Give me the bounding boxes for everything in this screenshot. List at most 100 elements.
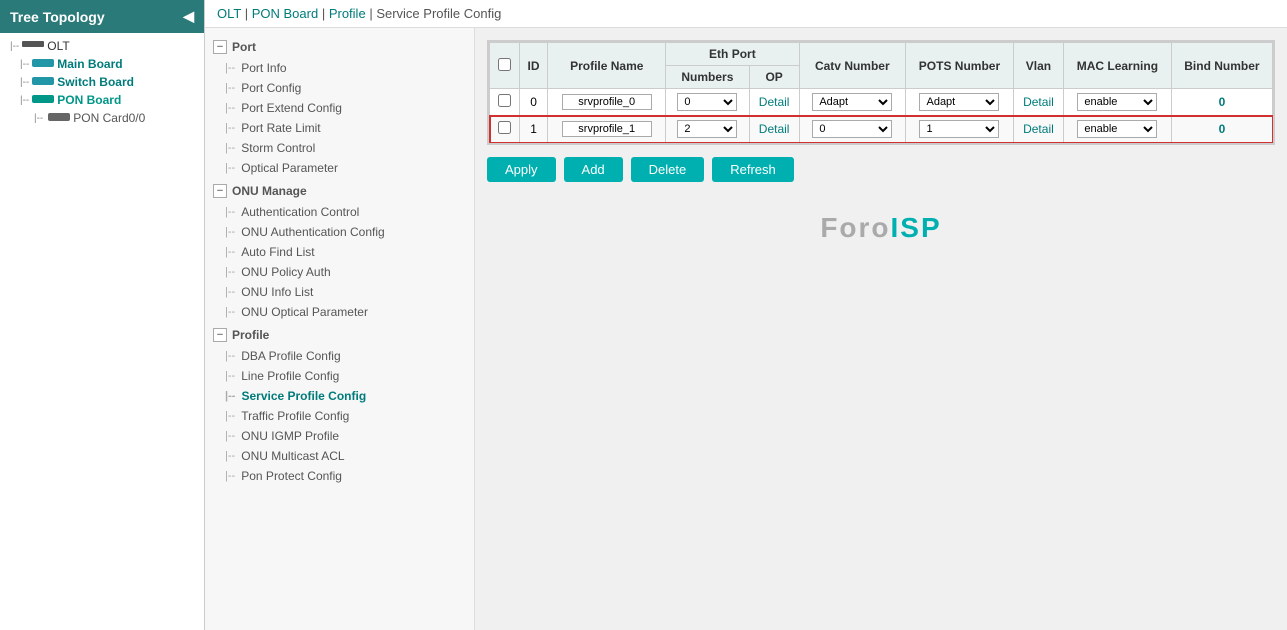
tree-node-pon-card[interactable]: |-- PON Card0/0: [0, 109, 204, 127]
nav-item-onu-auth-config[interactable]: ONU Authentication Config: [205, 222, 474, 242]
nav-item-port-config[interactable]: Port Config: [205, 78, 474, 98]
nav-item-onu-policy-auth[interactable]: ONU Policy Auth: [205, 262, 474, 282]
breadcrumb-pon-board[interactable]: PON Board: [252, 6, 318, 21]
select-all-checkbox[interactable]: [498, 58, 511, 71]
onu-manage-collapse-icon[interactable]: −: [213, 184, 227, 198]
watermark: ForoISP: [487, 212, 1275, 244]
row0-profile-name: [548, 89, 666, 116]
content-area: − Port Port Info Port Config Port Extend…: [205, 28, 1287, 630]
row1-catv-select[interactable]: Adapt 0 1: [812, 120, 892, 138]
tree-node-olt[interactable]: |-- OLT: [0, 37, 204, 55]
tree-area: |-- OLT |-- Main Board |-- Switch Board …: [0, 33, 204, 131]
nav-item-optical-parameter[interactable]: Optical Parameter: [205, 158, 474, 178]
tree-label-main-board: Main Board: [57, 57, 122, 71]
nav-item-dba-profile-config[interactable]: DBA Profile Config: [205, 346, 474, 366]
col-header-eth-numbers: Numbers: [666, 66, 750, 89]
row0-mac-learning-select[interactable]: enable disable: [1077, 93, 1157, 111]
tree-label-pon-card: PON Card0/0: [73, 111, 145, 125]
row1-id: 1: [519, 116, 548, 143]
row1-vlan-detail-link[interactable]: Detail: [1023, 122, 1054, 136]
row1-eth-op: Detail: [749, 116, 799, 143]
apply-button[interactable]: Apply: [487, 157, 556, 182]
nav-section-profile: − Profile DBA Profile Config Line Profil…: [205, 324, 474, 486]
nav-item-auto-find-list[interactable]: Auto Find List: [205, 242, 474, 262]
nav-section-onu-manage-header[interactable]: − ONU Manage: [205, 180, 474, 202]
row1-catv: Adapt 0 1: [799, 116, 905, 143]
col-header-eth-op: OP: [749, 66, 799, 89]
port-collapse-icon[interactable]: −: [213, 40, 227, 54]
row0-catv-select[interactable]: Adapt 0: [812, 93, 892, 111]
watermark-prefix: Foro: [820, 212, 890, 243]
col-header-mac-learning: MAC Learning: [1063, 43, 1171, 89]
col-header-eth-port: Eth Port: [666, 43, 799, 66]
row1-mac-learning: enable disable: [1063, 116, 1171, 143]
nav-item-port-extend-config[interactable]: Port Extend Config: [205, 98, 474, 118]
nav-item-pon-protect-config[interactable]: Pon Protect Config: [205, 466, 474, 486]
row1-pots-select[interactable]: Adapt 0 1: [919, 120, 999, 138]
row1-bind-number: 0: [1171, 116, 1272, 143]
sidebar-title: Tree Topology: [10, 9, 105, 25]
nav-item-onu-info-list[interactable]: ONU Info List: [205, 282, 474, 302]
table-row: 1 0 1 2 Detail: [490, 116, 1273, 143]
row0-eth-numbers: 0 1 2: [666, 89, 750, 116]
nav-item-auth-control[interactable]: Authentication Control: [205, 202, 474, 222]
profile-collapse-icon[interactable]: −: [213, 328, 227, 342]
col-header-bind-number: Bind Number: [1171, 43, 1272, 89]
add-button[interactable]: Add: [564, 157, 623, 182]
row0-checkbox[interactable]: [498, 94, 511, 107]
breadcrumb-current: Service Profile Config: [376, 6, 501, 21]
row0-eth-op: Detail: [749, 89, 799, 116]
nav-section-onu-manage: − ONU Manage Authentication Control ONU …: [205, 180, 474, 322]
delete-button[interactable]: Delete: [631, 157, 705, 182]
row0-pots-select[interactable]: Adapt 0 1: [919, 93, 999, 111]
nav-item-storm-control[interactable]: Storm Control: [205, 138, 474, 158]
nav-section-port: − Port Port Info Port Config Port Extend…: [205, 36, 474, 178]
main: OLT | PON Board | Profile | Service Prof…: [205, 0, 1287, 630]
row1-checkbox[interactable]: [498, 121, 511, 134]
nav-item-port-info[interactable]: Port Info: [205, 58, 474, 78]
tree-node-main-board[interactable]: |-- Main Board: [0, 55, 204, 73]
row1-eth-numbers-select[interactable]: 0 1 2: [677, 120, 737, 138]
row1-detail-link[interactable]: Detail: [759, 122, 790, 136]
nav-section-port-header[interactable]: − Port: [205, 36, 474, 58]
breadcrumb-olt[interactable]: OLT: [217, 6, 241, 21]
nav-section-profile-items: DBA Profile Config Line Profile Config S…: [205, 346, 474, 486]
nav-item-line-profile-config[interactable]: Line Profile Config: [205, 366, 474, 386]
row0-eth-numbers-select[interactable]: 0 1 2: [677, 93, 737, 111]
nav-section-port-items: Port Info Port Config Port Extend Config…: [205, 58, 474, 178]
row0-detail-link[interactable]: Detail: [759, 95, 790, 109]
nav-section-profile-header[interactable]: − Profile: [205, 324, 474, 346]
tree-label-pon-board: PON Board: [57, 93, 121, 107]
tree-node-switch-board[interactable]: |-- Switch Board: [0, 73, 204, 91]
breadcrumb-profile[interactable]: Profile: [329, 6, 366, 21]
table-scroll-wrapper[interactable]: ID Profile Name Eth Port Catv Number POT…: [488, 41, 1274, 144]
nav-item-service-profile-config[interactable]: Service Profile Config: [205, 386, 474, 406]
row0-mac-learning: enable disable: [1063, 89, 1171, 116]
col-header-pots: POTS Number: [906, 43, 1014, 89]
table-row: 0 0 1 2 Detail: [490, 89, 1273, 116]
row1-profile-name: [548, 116, 666, 143]
col-header-id: ID: [519, 43, 548, 89]
row1-profile-name-input[interactable]: [562, 121, 652, 137]
button-row: Apply Add Delete Refresh: [487, 157, 1275, 182]
tree-node-pon-board[interactable]: |-- PON Board: [0, 91, 204, 109]
nav-item-onu-igmp-profile[interactable]: ONU IGMP Profile: [205, 426, 474, 446]
nav-section-onu-manage-items: Authentication Control ONU Authenticatio…: [205, 202, 474, 322]
row0-id: 0: [519, 89, 548, 116]
nav-item-onu-optical-param[interactable]: ONU Optical Parameter: [205, 302, 474, 322]
row0-bind-number: 0: [1171, 89, 1272, 116]
nav-section-onu-manage-label: ONU Manage: [232, 184, 307, 198]
watermark-suffix: ISP: [891, 212, 942, 243]
row0-check: [490, 89, 520, 116]
sidebar-header[interactable]: Tree Topology ◀: [0, 0, 204, 33]
breadcrumb: OLT | PON Board | Profile | Service Prof…: [205, 0, 1287, 28]
row0-profile-name-input[interactable]: [562, 94, 652, 110]
row1-mac-learning-select[interactable]: enable disable: [1077, 120, 1157, 138]
row0-catv: Adapt 0: [799, 89, 905, 116]
refresh-button[interactable]: Refresh: [712, 157, 794, 182]
sidebar-toggle-icon[interactable]: ◀: [183, 8, 194, 25]
row0-vlan-detail-link[interactable]: Detail: [1023, 95, 1054, 109]
nav-item-port-rate-limit[interactable]: Port Rate Limit: [205, 118, 474, 138]
nav-item-onu-multicast-acl[interactable]: ONU Multicast ACL: [205, 446, 474, 466]
nav-item-traffic-profile-config[interactable]: Traffic Profile Config: [205, 406, 474, 426]
